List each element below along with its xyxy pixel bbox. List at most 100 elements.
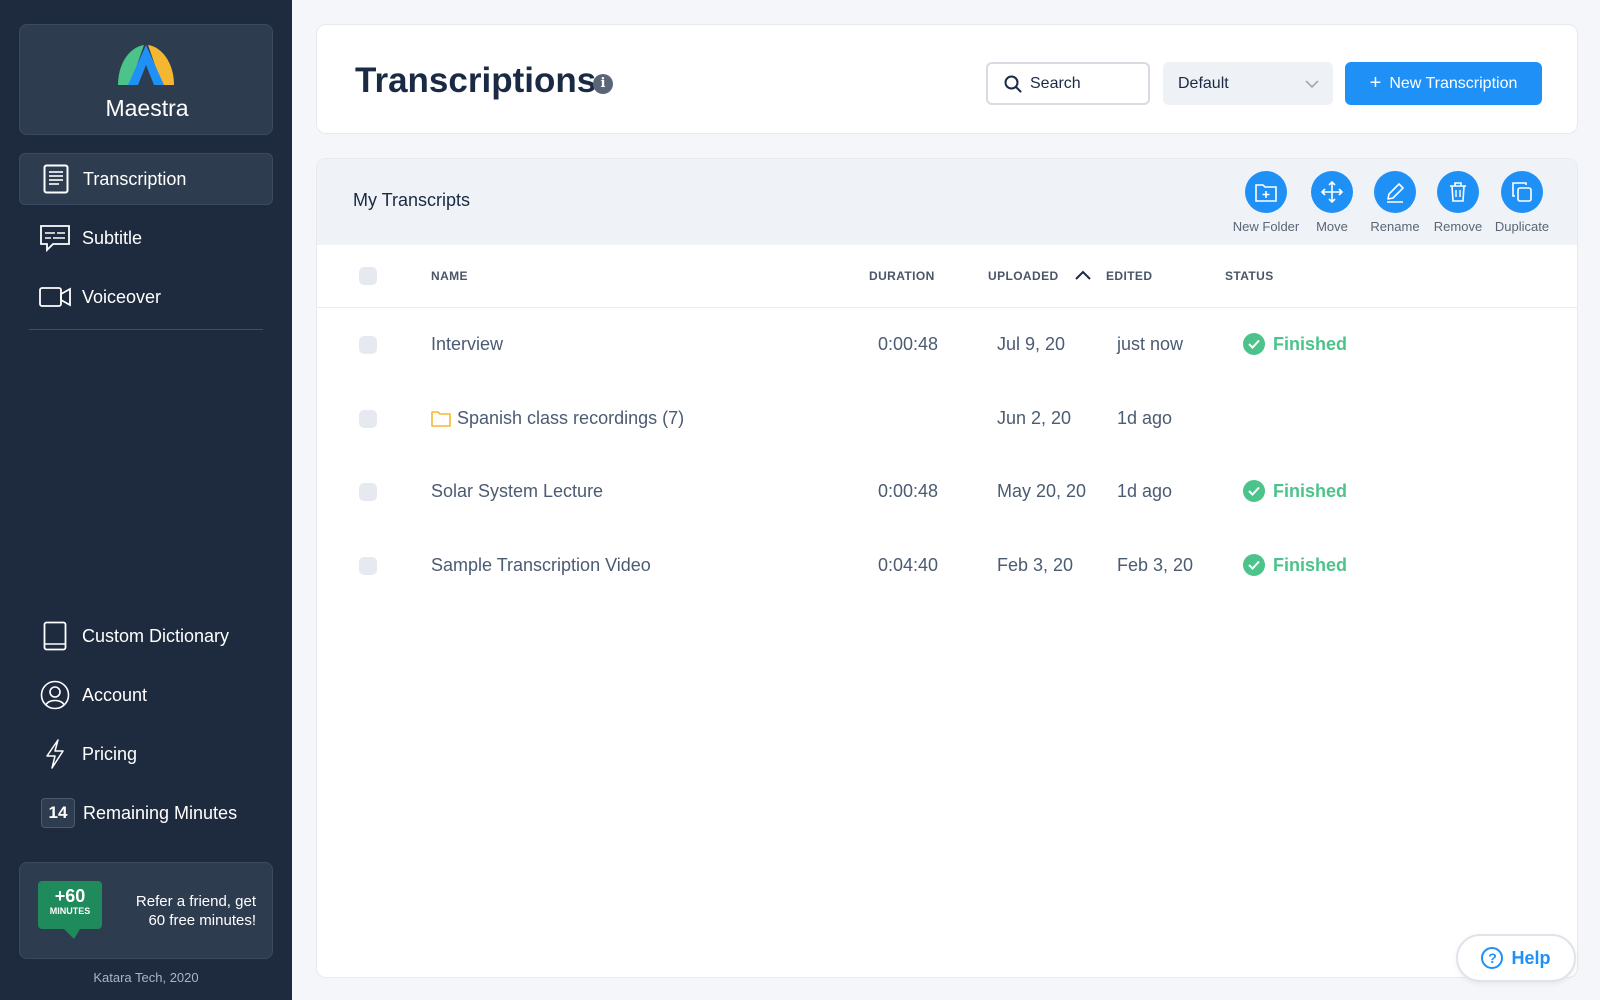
remaining-minutes-label: Remaining Minutes xyxy=(83,802,238,823)
refer-text: Refer a friend, get 60 free minutes! xyxy=(106,892,256,930)
brand-card[interactable]: Maestra xyxy=(19,24,273,135)
page-header: Transcriptions i Search Default + New Tr… xyxy=(316,24,1578,134)
status-text: Finished xyxy=(1273,480,1348,501)
transcripts-panel: My Transcripts New Folder Move Rename Re… xyxy=(316,158,1578,978)
info-icon[interactable]: i xyxy=(593,74,613,94)
row-uploaded: May 20, 20 xyxy=(997,481,1087,501)
sidebar: Maestra Transcription Subtitle Voiceover… xyxy=(0,0,292,1000)
status-text: Finished xyxy=(1273,554,1348,575)
row-uploaded: Jun 2, 20 xyxy=(997,408,1072,428)
duplicate-button[interactable]: Duplicate xyxy=(1482,171,1562,234)
table-row[interactable]: Solar System Lecture 0:00:48 May 20, 20 … xyxy=(317,472,1577,512)
folder-plus-icon xyxy=(1245,171,1287,213)
maestra-logo-icon xyxy=(118,45,174,85)
table-row[interactable]: Spanish class recordings (7) Jun 2, 20 1… xyxy=(317,399,1577,439)
row-checkbox[interactable] xyxy=(359,410,377,428)
copyright: Katara Tech, 2020 xyxy=(93,970,199,985)
column-header-status[interactable]: STATUS xyxy=(1225,269,1274,283)
question-icon: ? xyxy=(1481,947,1504,969)
row-uploaded: Feb 3, 20 xyxy=(997,555,1074,575)
user-circle-icon xyxy=(38,678,72,712)
chevron-up-icon[interactable] xyxy=(1075,267,1091,285)
brand-name: Maestra xyxy=(105,95,189,121)
row-edited: 1d ago xyxy=(1117,481,1173,501)
sort-dropdown[interactable]: Default xyxy=(1163,62,1333,105)
sidebar-item-voiceover[interactable]: Voiceover xyxy=(19,271,273,323)
table-row[interactable]: Sample Transcription Video 0:04:40 Feb 3… xyxy=(317,546,1577,586)
column-header-name[interactable]: NAME xyxy=(431,269,468,283)
trash-icon xyxy=(1437,171,1479,213)
pencil-icon xyxy=(1374,171,1416,213)
sidebar-item-label: Custom Dictionary xyxy=(82,625,230,646)
sidebar-item-custom-dictionary[interactable]: Custom Dictionary xyxy=(19,610,273,662)
select-all-checkbox[interactable] xyxy=(359,267,377,285)
refer-tag-amount: +60 xyxy=(54,886,86,906)
new-transcription-label: New Transcription xyxy=(1389,74,1518,92)
row-name[interactable]: Solar System Lecture xyxy=(431,481,603,502)
chevron-down-icon xyxy=(1305,75,1319,93)
sidebar-item-label: Account xyxy=(82,684,148,705)
refer-tag-unit: MINUTES xyxy=(49,906,91,916)
check-circle-icon xyxy=(1243,480,1265,502)
help-button[interactable]: ? Help xyxy=(1456,934,1576,982)
sidebar-item-label: Transcription xyxy=(83,168,187,189)
row-duration: 0:00:48 xyxy=(878,334,939,354)
nav-divider xyxy=(29,329,263,330)
document-icon xyxy=(39,162,73,196)
video-camera-icon xyxy=(38,280,72,314)
row-edited: just now xyxy=(1117,334,1184,354)
refer-line-1: Refer a friend, get xyxy=(135,893,256,910)
refer-card[interactable]: +60 MINUTES Refer a friend, get 60 free … xyxy=(19,862,273,959)
sidebar-item-account[interactable]: Account xyxy=(19,669,273,721)
column-header-uploaded[interactable]: UPLOADED xyxy=(988,269,1059,283)
table-header-divider xyxy=(317,307,1577,308)
column-header-duration[interactable]: DURATION xyxy=(869,269,935,283)
status-text: Finished xyxy=(1273,333,1348,354)
sidebar-item-label: Pricing xyxy=(82,743,138,764)
check-circle-icon xyxy=(1243,333,1265,355)
move-arrows-icon xyxy=(1311,171,1353,213)
row-edited: 1d ago xyxy=(1117,408,1173,428)
dropdown-value: Default xyxy=(1178,74,1229,92)
row-name[interactable]: Spanish class recordings (7) xyxy=(457,408,684,429)
table-row[interactable]: Interview 0:00:48 Jul 9, 20 just now Fin… xyxy=(317,325,1577,365)
row-uploaded: Jul 9, 20 xyxy=(997,334,1066,354)
sidebar-item-transcription[interactable]: Transcription xyxy=(19,153,273,205)
search-icon xyxy=(1004,75,1022,93)
panel-title: My Transcripts xyxy=(353,190,471,210)
row-edited: Feb 3, 20 xyxy=(1117,555,1194,575)
search-label: Search xyxy=(1030,74,1081,92)
new-transcription-button[interactable]: + New Transcription xyxy=(1345,62,1542,105)
search-button[interactable]: Search xyxy=(986,62,1150,105)
duplicate-icon xyxy=(1501,171,1543,213)
action-label: Duplicate xyxy=(1494,219,1550,234)
check-circle-icon xyxy=(1243,554,1265,576)
panel-toolbar: My Transcripts New Folder Move Rename Re… xyxy=(317,159,1577,245)
row-checkbox[interactable] xyxy=(359,336,377,354)
refer-line-2: 60 free minutes! xyxy=(148,912,256,929)
row-duration: 0:00:48 xyxy=(878,481,939,501)
sidebar-item-subtitle[interactable]: Subtitle xyxy=(19,212,273,264)
sidebar-item-label: Subtitle xyxy=(82,227,143,248)
status-badge: Finished xyxy=(1243,480,1347,502)
column-header-edited[interactable]: EDITED xyxy=(1106,269,1152,283)
book-icon xyxy=(38,619,72,653)
row-checkbox[interactable] xyxy=(359,483,377,501)
sidebar-item-label: Voiceover xyxy=(82,286,162,307)
subtitle-icon xyxy=(38,221,72,255)
status-badge: Finished xyxy=(1243,554,1347,576)
remaining-minutes: 14 Remaining Minutes xyxy=(19,787,273,839)
row-name[interactable]: Interview xyxy=(431,334,503,355)
row-duration: 0:04:40 xyxy=(878,555,939,575)
remaining-minutes-count: 14 xyxy=(41,798,75,828)
plus-icon: + xyxy=(1369,72,1382,94)
folder-icon xyxy=(431,410,451,432)
page-title: Transcriptions xyxy=(355,61,597,100)
lightning-icon xyxy=(38,737,72,771)
help-label: Help xyxy=(1511,947,1551,968)
status-badge: Finished xyxy=(1243,333,1347,355)
sidebar-item-pricing[interactable]: Pricing xyxy=(19,728,273,780)
refer-minutes-tag: +60 MINUTES xyxy=(38,881,102,939)
row-name[interactable]: Sample Transcription Video xyxy=(431,555,651,576)
row-checkbox[interactable] xyxy=(359,557,377,575)
